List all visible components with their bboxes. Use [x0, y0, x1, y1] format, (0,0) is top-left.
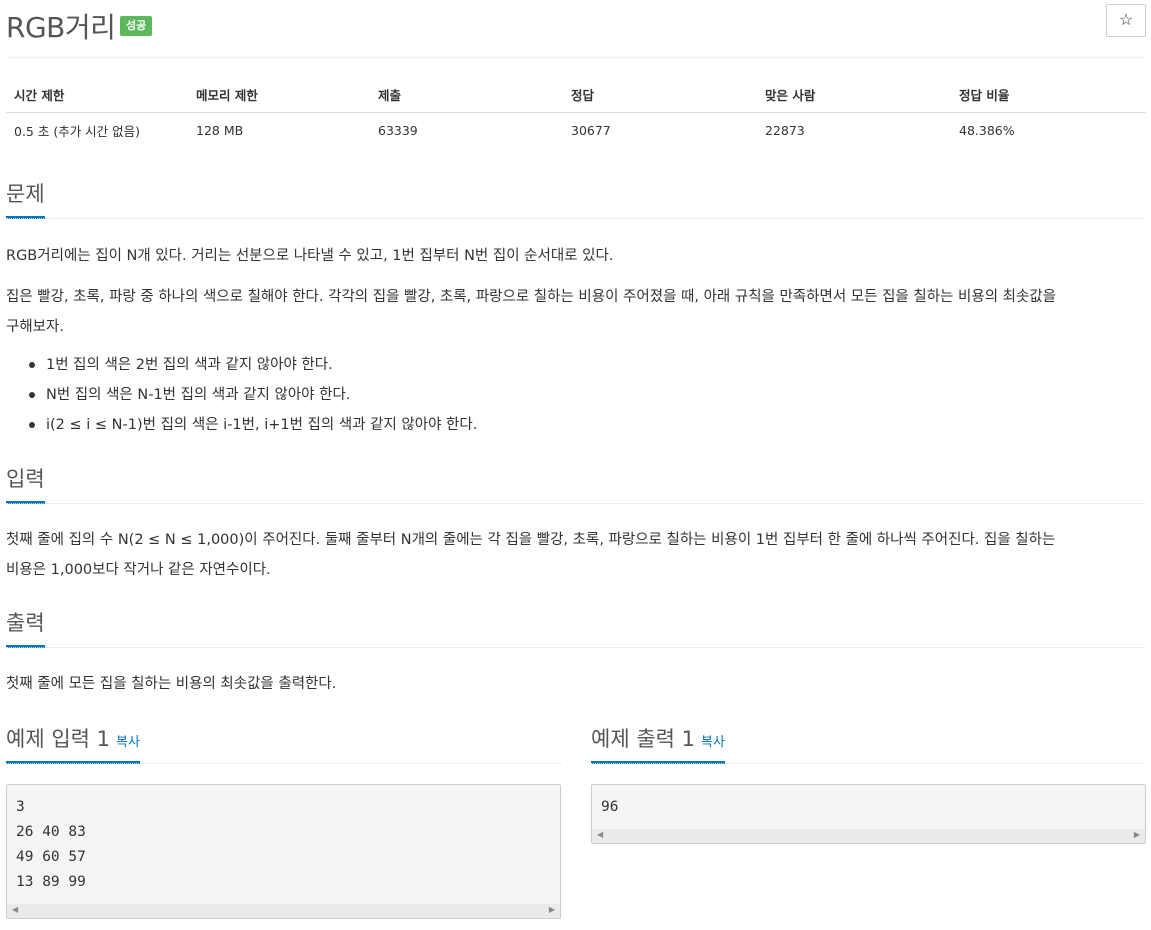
value-accepted[interactable]: 30677: [563, 112, 757, 148]
title-row: RGB거리 성공 ☆: [6, 4, 1146, 44]
input-heading: 입력: [6, 463, 45, 504]
value-memory-limit: 128 MB: [196, 122, 244, 138]
value-time-limit: 0.5 초 (추가 시간 없음): [14, 123, 141, 139]
heading-divider: [6, 218, 1146, 219]
sample-output-heading-text: 예제 출력 1: [591, 727, 695, 751]
value-ratio: 48.386%: [959, 122, 1015, 138]
heading-divider: [6, 763, 561, 764]
list-item: N번 집의 색은 N-1번 집의 색과 같지 않아야 한다.: [6, 380, 1146, 410]
input-description-line-2: 비용은 1,000보다 작거나 같은 자연수이다.: [6, 562, 271, 578]
copy-sample-output-button[interactable]: 복사: [701, 735, 725, 750]
sample-input-heading: 예제 입력 1 복사: [6, 723, 140, 764]
sample-input-heading-text: 예제 입력 1: [6, 727, 110, 751]
info-header-row: 시간 제한 메모리 제한 제출 정답 맞은 사람 정답 비율: [6, 78, 1146, 113]
header-time-limit: 시간 제한: [6, 78, 188, 113]
title-divider: [6, 57, 1146, 58]
problem-info-table: 시간 제한 메모리 제한 제출 정답 맞은 사람 정답 비율 0.5 초 (추가…: [6, 78, 1146, 148]
problem-heading: 문제: [6, 178, 45, 219]
problem-paragraph-2-line-2: 구해보자.: [6, 319, 64, 335]
scroll-right-arrow-icon[interactable]: ▶: [549, 905, 555, 914]
header-solvers: 맞은 사람: [757, 78, 951, 113]
heading-divider: [6, 503, 1146, 504]
value-submissions[interactable]: 63339: [370, 112, 563, 148]
output-section-heading: 출력: [6, 607, 1146, 648]
sample-output-heading-row: 예제 출력 1 복사: [591, 723, 1146, 764]
scroll-right-arrow-icon[interactable]: ▶: [1134, 830, 1140, 839]
list-item: 1번 집의 색은 2번 집의 색과 같지 않아야 한다.: [6, 350, 1146, 380]
problem-paragraph-1: RGB거리에는 집이 N개 있다. 거리는 선분으로 나타낼 수 있고, 1번 …: [6, 248, 614, 264]
sample-output-content: 96: [601, 799, 619, 815]
star-icon: ☆: [1118, 11, 1134, 29]
scroll-left-arrow-icon[interactable]: ◀: [597, 830, 603, 839]
list-item: i(2 ≤ i ≤ N-1)번 집의 색은 i-1번, i+1번 집의 색과 같…: [6, 410, 1146, 440]
output-heading: 출력: [6, 607, 45, 648]
copy-sample-input-button[interactable]: 복사: [116, 735, 140, 750]
horizontal-scrollbar[interactable]: ◀ ▶: [592, 829, 1145, 843]
heading-divider: [6, 647, 1146, 648]
status-badge: 성공: [120, 16, 153, 36]
problem-paragraph-2: 집은 빨강, 초록, 파랑 중 하나의 색으로 칠해야 한다. 각각의 집을 빨…: [6, 282, 1146, 342]
problem-paragraph-2-line-1: 집은 빨강, 초록, 파랑 중 하나의 색으로 칠해야 한다. 각각의 집을 빨…: [6, 289, 1056, 305]
sample-input-content: 3 26 40 83 49 60 57 13 89 99: [16, 799, 86, 890]
header-memory-limit: 메모리 제한: [188, 78, 370, 113]
header-submissions: 제출: [370, 78, 563, 113]
page-title: RGB거리: [6, 11, 116, 44]
sample-output-box[interactable]: 96 ◀ ▶: [591, 784, 1146, 844]
sample-input-box[interactable]: 3 26 40 83 49 60 57 13 89 99 ◀ ▶: [6, 784, 561, 919]
problem-section-heading: 문제: [6, 178, 1146, 219]
sample-input-heading-row: 예제 입력 1 복사: [6, 723, 561, 764]
header-accepted: 정답: [563, 78, 757, 113]
rules-list: 1번 집의 색은 2번 집의 색과 같지 않아야 한다. N번 집의 색은 N-…: [6, 350, 1146, 440]
input-description-line-1: 첫째 줄에 집의 수 N(2 ≤ N ≤ 1,000)이 주어진다. 둘째 줄부…: [6, 532, 1056, 548]
input-section-heading: 입력: [6, 463, 1146, 504]
star-button[interactable]: ☆: [1106, 4, 1146, 37]
horizontal-scrollbar[interactable]: ◀ ▶: [7, 904, 560, 918]
output-description: 첫째 줄에 모든 집을 칠하는 비용의 최솟값을 출력한다.: [6, 676, 337, 692]
sample-output-heading: 예제 출력 1 복사: [591, 723, 725, 764]
heading-divider: [591, 763, 1146, 764]
input-description: 첫째 줄에 집의 수 N(2 ≤ N ≤ 1,000)이 주어진다. 둘째 줄부…: [6, 525, 1146, 585]
value-solvers[interactable]: 22873: [757, 112, 951, 148]
scroll-left-arrow-icon[interactable]: ◀: [12, 905, 18, 914]
header-ratio: 정답 비율: [951, 78, 1146, 113]
info-value-row: 0.5 초 (추가 시간 없음) 128 MB 63339 30677 2287…: [6, 112, 1146, 148]
